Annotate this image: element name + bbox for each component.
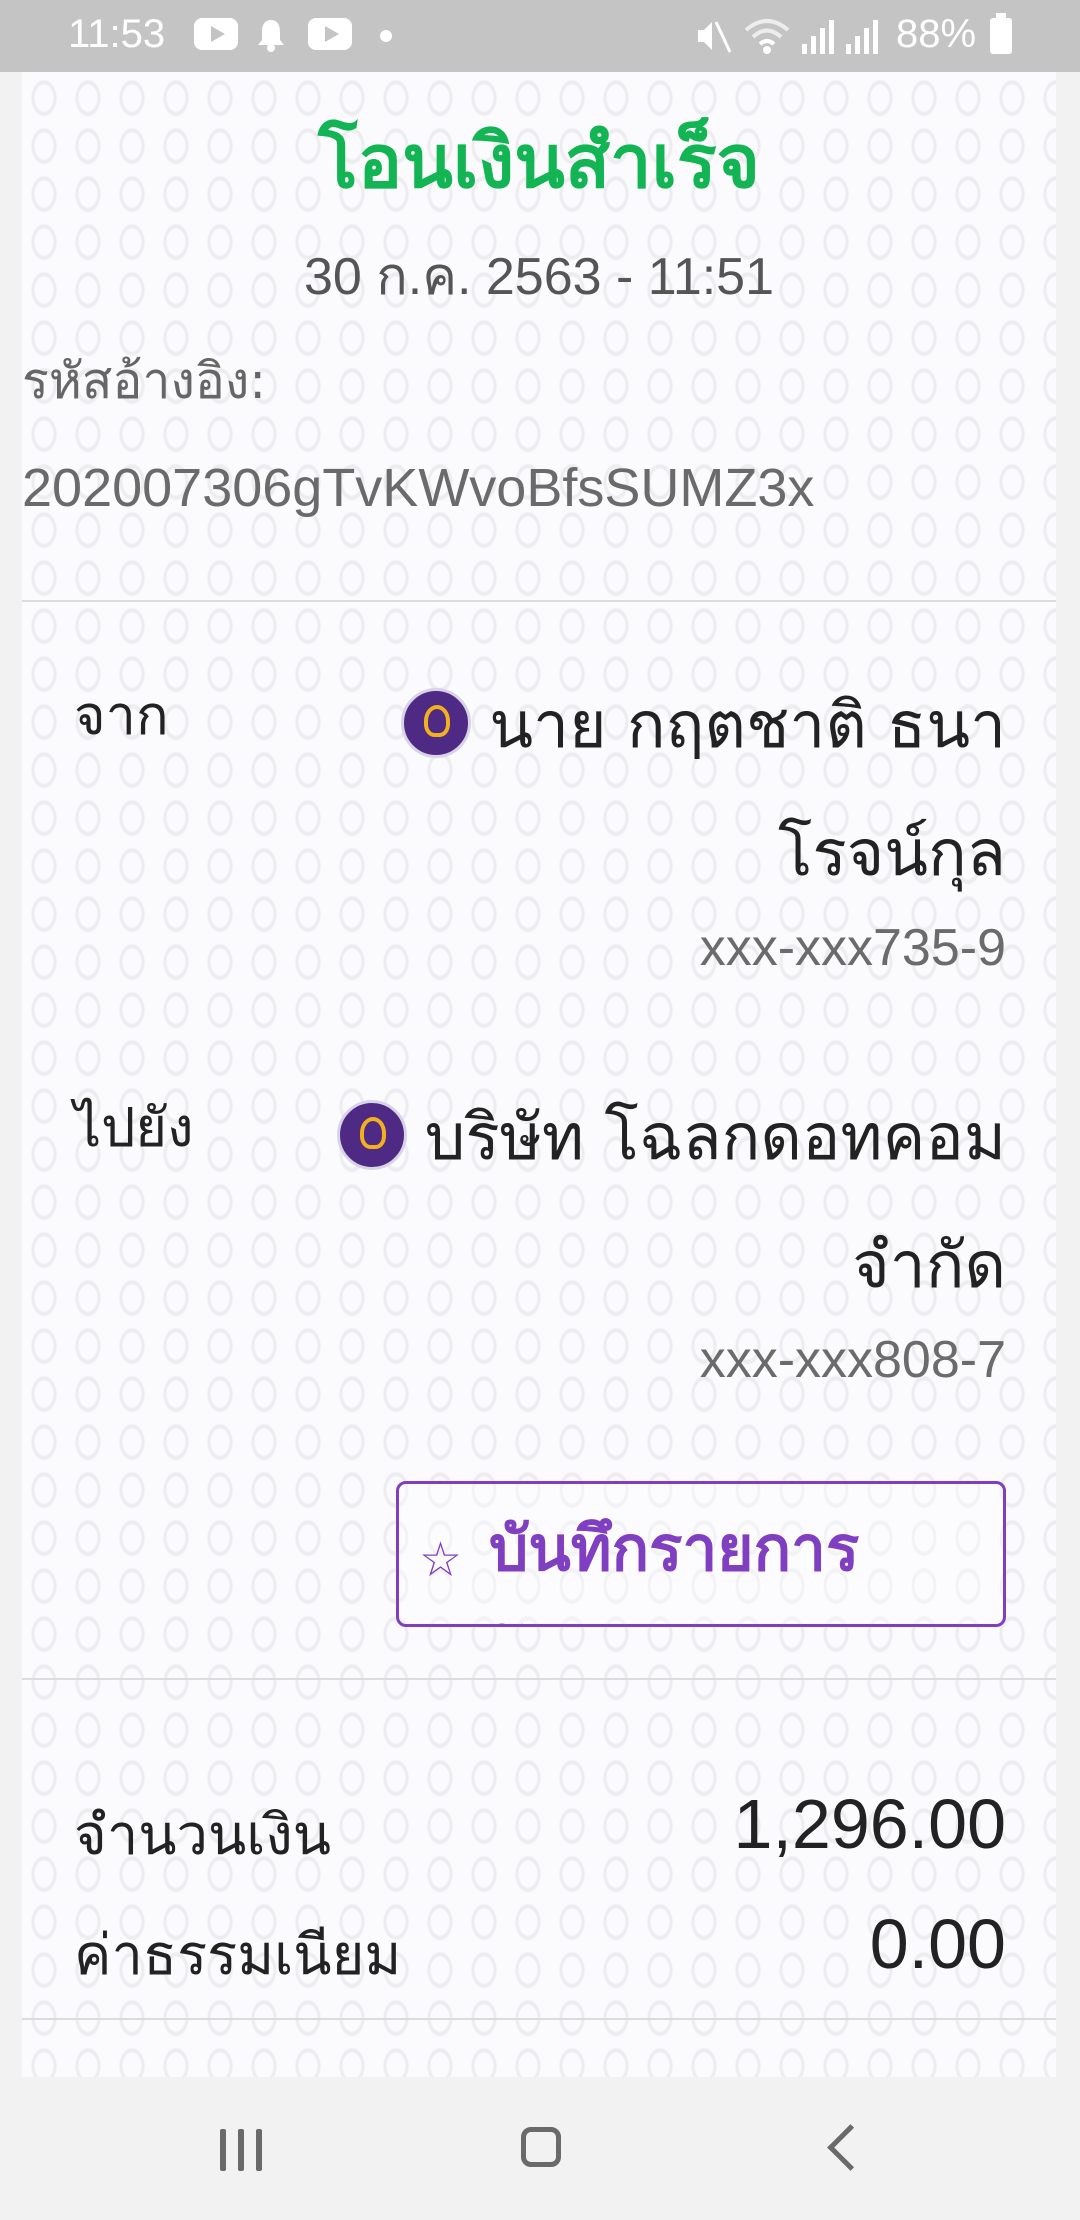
signal-icon	[800, 16, 836, 60]
fee-value: 0.00	[869, 1905, 1006, 1983]
from-account-number: xxx-xxx735-9	[699, 919, 1006, 977]
to-label: ไปยัง	[74, 1096, 194, 1159]
youtube-icon	[194, 18, 238, 50]
reference-label: รหัสอ้างอิง:	[22, 352, 267, 410]
battery-icon	[990, 13, 1012, 54]
home-icon[interactable]	[521, 2127, 561, 2167]
dot-icon	[380, 30, 392, 42]
recent-apps-icon[interactable]	[220, 2129, 266, 2171]
divider	[22, 600, 1056, 602]
bank-logo-icon	[401, 688, 472, 759]
star-icon: ☆	[419, 1532, 463, 1588]
back-icon[interactable]	[827, 2124, 874, 2171]
from-name: นาย กฤตชาติ ธนา	[489, 689, 1006, 763]
to-name: บริษัท โฉลกดอทคอม	[424, 1101, 1006, 1175]
wifi-icon	[744, 16, 790, 60]
to-name-line1: บริษัท โฉลกดอทคอม	[336, 1074, 1006, 1202]
reference-code: 202007306gTvKWvoBfsSUMZ3x	[22, 458, 815, 518]
to-name-line2: จำกัด	[852, 1229, 1006, 1303]
receipt-title: โอนเงินสำเร็จ	[318, 119, 760, 205]
mute-icon	[692, 16, 732, 60]
fee-label: ค่าธรรมเนียม	[74, 1923, 402, 1988]
save-favorite-button[interactable]: ☆ บันทึกรายการโปรด	[396, 1481, 1006, 1627]
signal-icon	[844, 16, 880, 60]
from-account-block: นาย กฤตชาติ ธนา โรจน์กุล xxx-xxx735-9	[401, 662, 1006, 978]
status-time: 11:53	[68, 12, 166, 56]
transfer-receipt: โอนเงินสำเร็จ 30 ก.ค. 2563 - 11:51 รหัสอ…	[22, 72, 1056, 2077]
amount-label: จำนวนเงิน	[74, 1803, 332, 1868]
navigation-bar	[0, 2077, 1080, 2220]
save-favorite-label: บันทึกรายการโปรด	[489, 1512, 860, 1624]
transfer-datetime: 30 ก.ค. 2563 - 11:51	[303, 248, 775, 306]
to-account-block: บริษัท โฉลกดอทคอม จำกัด xxx-xxx808-7	[336, 1074, 1006, 1390]
battery-percent: 88%	[896, 12, 977, 56]
status-bar: 11:53 88%	[0, 0, 1080, 72]
to-account-number: xxx-xxx808-7	[699, 1331, 1006, 1389]
divider	[22, 1678, 1056, 1680]
from-name-line1: นาย กฤตชาติ ธนา	[401, 662, 1006, 790]
amount-value: 1,296.00	[733, 1785, 1006, 1863]
from-name-line2: โรจน์กุล	[778, 817, 1006, 891]
bank-logo-icon	[336, 1100, 407, 1171]
youtube-icon	[308, 18, 352, 50]
from-label: จาก	[74, 684, 169, 747]
divider	[22, 2018, 1056, 2020]
bell-icon	[256, 18, 286, 52]
